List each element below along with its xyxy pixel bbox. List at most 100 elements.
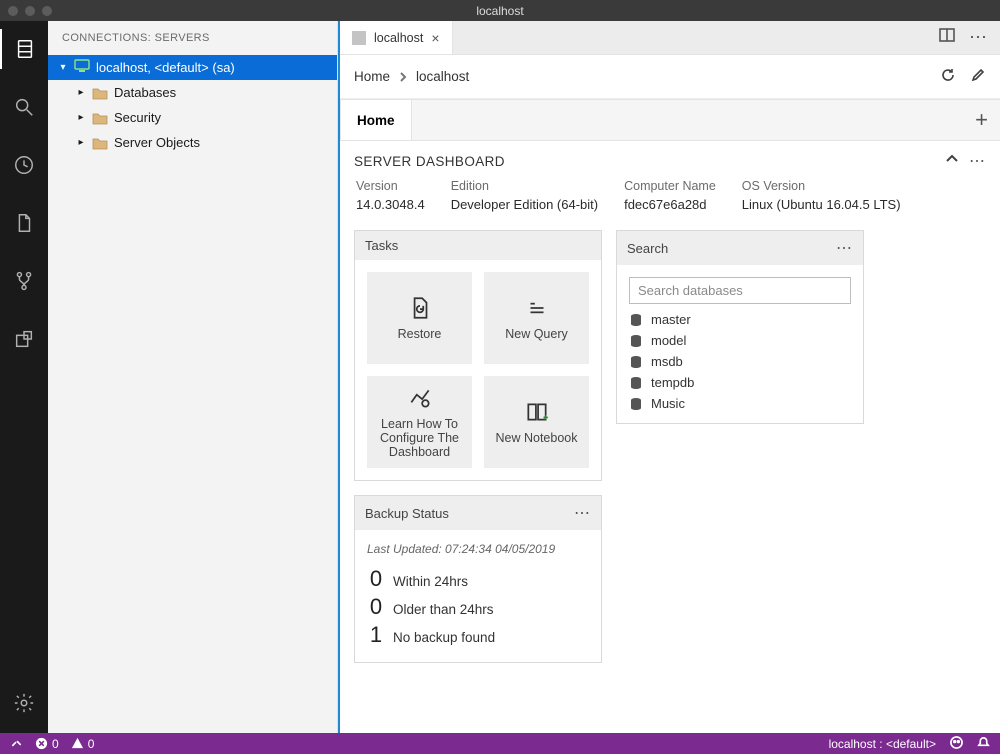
collapse-icon[interactable] xyxy=(945,152,959,171)
task-new-notebook[interactable]: New Notebook xyxy=(484,376,589,468)
tab-home[interactable]: Home xyxy=(340,99,412,140)
window-title: localhost xyxy=(476,4,523,18)
tab-type-icon xyxy=(352,31,366,45)
query-icon xyxy=(524,295,550,321)
connections-panel: CONNECTIONS: SERVERS localhost, <default… xyxy=(48,21,338,733)
activity-source-control[interactable] xyxy=(0,261,48,301)
activity-search[interactable] xyxy=(0,87,48,127)
close-window-icon[interactable] xyxy=(8,6,18,16)
backup-count: 0 xyxy=(367,594,385,620)
tree-node-label: Databases xyxy=(114,85,176,100)
editor-actions: ⋯ xyxy=(927,21,1000,54)
close-icon[interactable]: × xyxy=(431,31,439,45)
task-restore[interactable]: Restore xyxy=(367,272,472,364)
prop-value: Linux (Ubuntu 16.04.5 LTS) xyxy=(742,197,901,212)
status-bar: 0 0 localhost : <default> xyxy=(0,733,1000,754)
tree-node-label: Security xyxy=(114,110,161,125)
notifications-icon[interactable] xyxy=(977,736,990,752)
task-label: Restore xyxy=(398,327,442,341)
activity-history[interactable] xyxy=(0,145,48,185)
problems-warnings[interactable]: 0 xyxy=(71,737,95,751)
database-name: model xyxy=(651,333,686,348)
refresh-icon[interactable] xyxy=(940,67,956,86)
tasks-widget: Tasks Restore New Query xyxy=(354,230,602,481)
prop-value: fdec67e6a28d xyxy=(624,197,716,212)
server-node-label: localhost, <default> (sa) xyxy=(96,60,235,75)
task-new-query[interactable]: New Query xyxy=(484,272,589,364)
search-input[interactable] xyxy=(629,277,851,304)
backup-label: Within 24hrs xyxy=(393,574,468,589)
task-label: New Query xyxy=(505,327,568,341)
task-learn-configure[interactable]: Learn How To Configure The Dashboard xyxy=(367,376,472,468)
server-node-localhost[interactable]: localhost, <default> (sa) xyxy=(48,55,337,80)
remote-indicator[interactable] xyxy=(10,737,23,750)
database-item[interactable]: msdb xyxy=(629,354,851,369)
tab-label: localhost xyxy=(374,31,423,45)
prop-label: Version xyxy=(356,179,425,193)
activity-connections[interactable] xyxy=(0,29,48,69)
notebook-icon xyxy=(524,399,550,425)
backup-row: 0 Older than 24hrs xyxy=(367,594,589,620)
database-name: tempdb xyxy=(651,375,694,390)
backup-count: 1 xyxy=(367,622,385,648)
activity-explorer[interactable] xyxy=(0,203,48,243)
activity-settings[interactable] xyxy=(0,683,48,723)
task-label: New Notebook xyxy=(496,431,578,445)
twisty-icon[interactable] xyxy=(76,137,86,148)
widget-title: Search xyxy=(627,241,668,256)
server-connected-icon xyxy=(74,59,90,76)
twisty-icon[interactable] xyxy=(76,87,86,98)
warning-icon xyxy=(71,737,84,750)
extensions-icon xyxy=(13,328,35,350)
add-tab-button[interactable]: + xyxy=(412,99,1000,140)
prop-value: Developer Edition (64-bit) xyxy=(451,197,598,212)
tree-node-label: Server Objects xyxy=(114,135,200,150)
widget-title: Backup Status xyxy=(365,506,449,521)
gear-icon xyxy=(13,692,35,714)
dashboard-tabs: Home + xyxy=(340,99,1000,141)
window-controls[interactable] xyxy=(8,6,52,16)
tree-node-server-objects[interactable]: Server Objects xyxy=(48,130,337,155)
server-tree: localhost, <default> (sa) Databases Secu… xyxy=(48,55,337,155)
error-icon xyxy=(35,737,48,750)
twisty-icon[interactable] xyxy=(76,112,86,123)
tree-node-security[interactable]: Security xyxy=(48,105,337,130)
edit-icon[interactable] xyxy=(970,67,986,86)
maximize-window-icon[interactable] xyxy=(42,6,52,16)
panel-title: CONNECTIONS: SERVERS xyxy=(48,21,337,55)
more-icon[interactable]: ⋯ xyxy=(836,238,853,258)
prop-value: 14.0.3048.4 xyxy=(356,197,425,212)
minimize-window-icon[interactable] xyxy=(25,6,35,16)
more-icon[interactable]: ⋯ xyxy=(574,503,591,523)
file-icon xyxy=(13,212,35,234)
tab-localhost[interactable]: localhost × xyxy=(340,21,453,54)
prop-label: Computer Name xyxy=(624,179,716,193)
folder-icon xyxy=(92,111,108,125)
search-widget: Search ⋯ master model msdb tempdb Music xyxy=(616,230,864,424)
breadcrumb-current[interactable]: localhost xyxy=(416,69,469,84)
backup-status-widget: Backup Status⋯ Last Updated: 07:24:34 04… xyxy=(354,495,602,663)
database-item[interactable]: model xyxy=(629,333,851,348)
backup-label: Older than 24hrs xyxy=(393,602,494,617)
backup-label: No backup found xyxy=(393,630,495,645)
database-item[interactable]: tempdb xyxy=(629,375,851,390)
tree-node-databases[interactable]: Databases xyxy=(48,80,337,105)
feedback-icon[interactable] xyxy=(950,736,963,752)
window-titlebar: localhost xyxy=(0,0,1000,21)
database-item[interactable]: Music xyxy=(629,396,851,411)
server-icon xyxy=(14,38,36,60)
breadcrumb-home[interactable]: Home xyxy=(354,69,390,84)
more-icon[interactable]: ⋯ xyxy=(969,151,986,171)
restore-icon xyxy=(407,295,433,321)
chevron-right-icon xyxy=(398,72,408,82)
activity-extensions[interactable] xyxy=(0,319,48,359)
status-connection[interactable]: localhost : <default> xyxy=(829,737,936,751)
widget-title: Tasks xyxy=(365,238,398,253)
more-icon[interactable]: ⋯ xyxy=(969,27,988,48)
database-item[interactable]: master xyxy=(629,312,851,327)
folder-icon xyxy=(92,86,108,100)
problems-errors[interactable]: 0 xyxy=(35,737,59,751)
split-editor-icon[interactable] xyxy=(939,27,955,48)
database-icon xyxy=(629,334,643,348)
twisty-icon[interactable] xyxy=(58,62,68,73)
